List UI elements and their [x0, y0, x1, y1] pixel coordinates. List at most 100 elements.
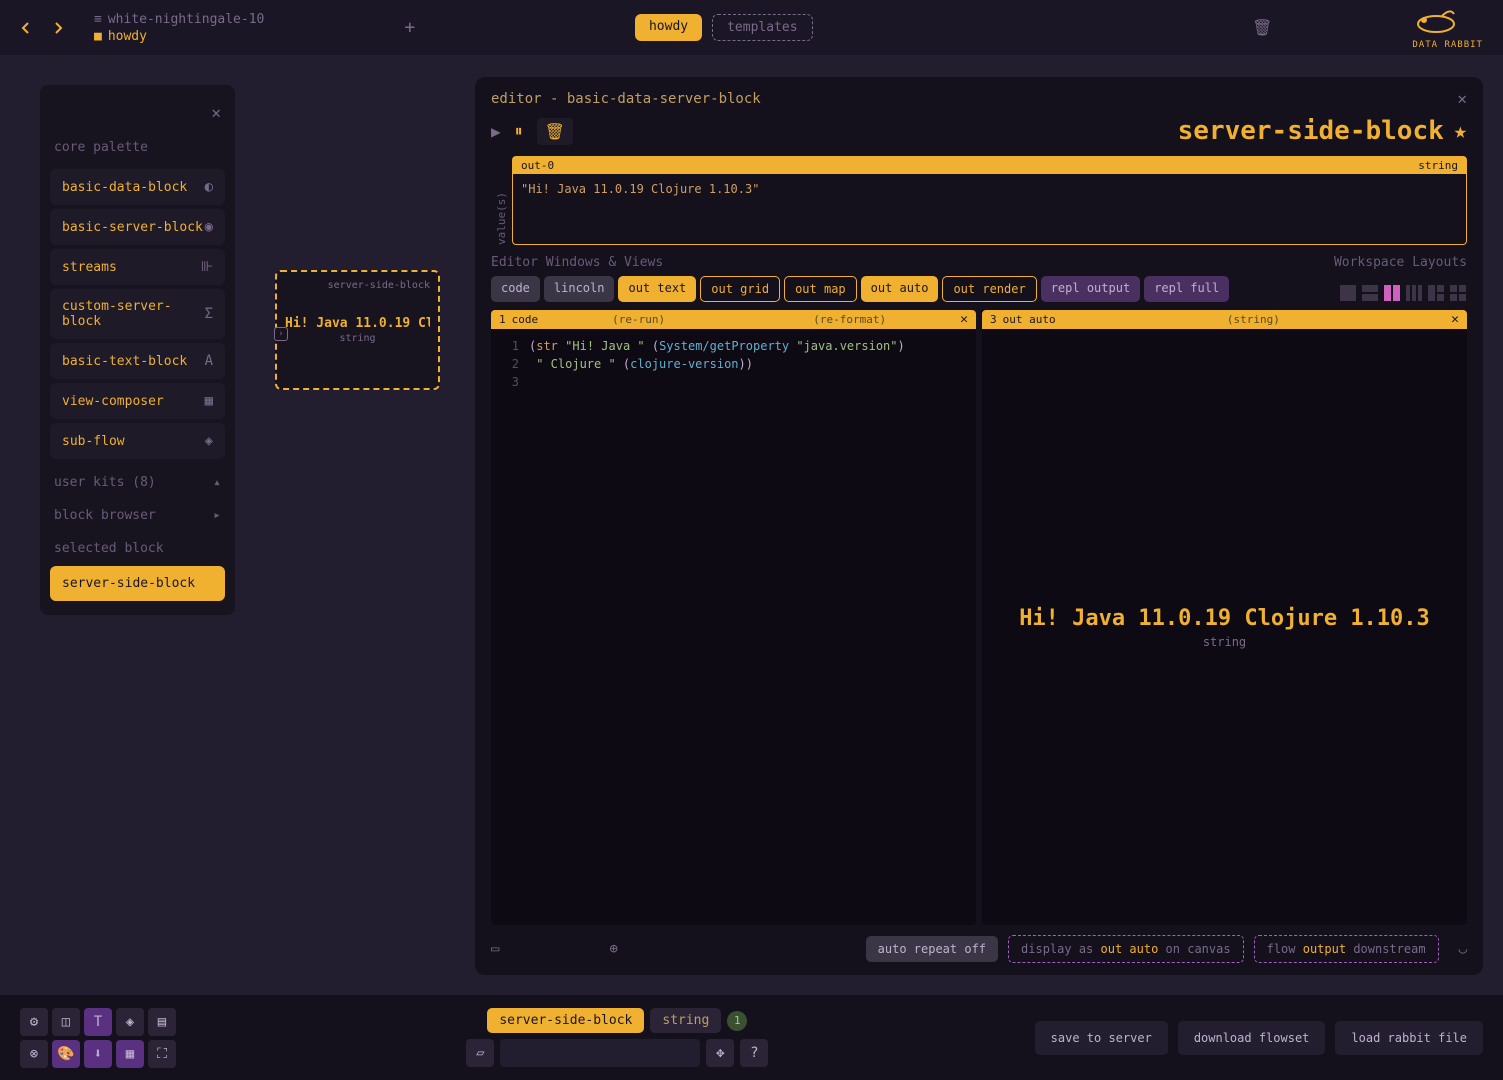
breadcrumb-flow[interactable]: ■ howdy: [94, 29, 264, 44]
tab-repl-full[interactable]: repl full: [1144, 276, 1229, 302]
selected-block-value[interactable]: server-side-block: [50, 566, 225, 601]
layout-stack-icon[interactable]: [1361, 284, 1379, 302]
palette-item-basic-text-block[interactable]: basic-text-blockA: [50, 343, 225, 379]
flow-icon: ■: [94, 29, 102, 44]
globe-icon: ◉: [205, 219, 213, 235]
rerun-button[interactable]: (re-run): [612, 313, 665, 326]
values-text: "Hi! Java 11.0.19 Clojure 1.10.3": [513, 174, 1466, 244]
output-pane: 3 out auto (string) ✕ Hi! Java 11.0.19 C…: [982, 310, 1467, 925]
tab-templates[interactable]: templates: [712, 14, 812, 41]
sigma-icon: Σ: [205, 306, 213, 322]
tab-howdy[interactable]: howdy: [635, 14, 702, 41]
help-icon[interactable]: ?: [740, 1039, 768, 1067]
logo: DATA RABBIT: [1412, 6, 1483, 50]
palette-title: core palette: [40, 130, 235, 165]
command-input[interactable]: [500, 1039, 700, 1067]
settings-icon[interactable]: ⚙: [20, 1008, 48, 1036]
trash-icon[interactable]: 🗑: [1252, 18, 1272, 37]
text-tool-icon[interactable]: T: [84, 1008, 112, 1036]
expand-icon[interactable]: ⛶: [148, 1040, 176, 1068]
block-content: Hi! Java 11.0.19 Cloju: [285, 316, 430, 331]
pause-icon[interactable]: ⏸: [515, 121, 523, 141]
values-label: value(s): [491, 156, 512, 245]
selected-block-title: selected block: [40, 529, 235, 562]
layout-grid-icon[interactable]: [1449, 284, 1467, 302]
display-as-toggle[interactable]: display as out auto on canvas: [1008, 935, 1244, 963]
tab-code[interactable]: code: [491, 276, 540, 302]
sliders-icon: ⊪: [201, 259, 213, 275]
save-to-server-button[interactable]: save to server: [1035, 1021, 1168, 1055]
canvas-block-server-side[interactable]: server-side-block Hi! Java 11.0.19 Cloju…: [275, 270, 440, 390]
layers-icon: ◈: [205, 433, 213, 449]
play-icon[interactable]: ▶: [491, 122, 501, 141]
layout-mixed-icon[interactable]: [1427, 284, 1445, 302]
pane-close-icon[interactable]: ✕: [1451, 312, 1459, 327]
layout-three-icon[interactable]: [1405, 284, 1423, 302]
tab-lincoln[interactable]: lincoln: [544, 276, 615, 302]
tab-out-render[interactable]: out render: [942, 276, 1036, 302]
tab-out-grid[interactable]: out grid: [700, 276, 780, 302]
canvas[interactable]: ✕ core palette basic-data-block◐ basic-s…: [0, 55, 1503, 995]
values-type-label: string: [1418, 159, 1458, 172]
move-icon[interactable]: ✥: [706, 1039, 734, 1067]
chevron-up-icon: ▴: [213, 475, 221, 490]
views-label: Editor Windows & Views: [491, 255, 663, 270]
star-icon[interactable]: ★: [1454, 119, 1467, 144]
tab-out-auto[interactable]: out auto: [861, 276, 939, 302]
database-icon: ≡: [94, 12, 102, 27]
tab-out-text[interactable]: out text: [618, 276, 696, 302]
auto-repeat-toggle[interactable]: auto repeat off: [866, 936, 998, 962]
status-block-name[interactable]: server-side-block: [487, 1008, 644, 1033]
cancel-icon[interactable]: ⊗: [20, 1040, 48, 1068]
palette-item-basic-data-block[interactable]: basic-data-block◐: [50, 169, 225, 205]
block-type: string: [285, 333, 430, 344]
folder-icon[interactable]: ▭: [491, 941, 499, 957]
palette-close-icon[interactable]: ✕: [211, 103, 221, 122]
palette: ✕ core palette basic-data-block◐ basic-s…: [40, 85, 235, 615]
add-button[interactable]: +: [404, 17, 415, 38]
block-label: server-side-block: [285, 280, 430, 291]
palette-item-streams[interactable]: streams⊪: [50, 249, 225, 285]
editor-block-title: server-side-block ★: [1178, 116, 1467, 146]
clear-icon[interactable]: 🗑: [537, 118, 573, 145]
palette-item-basic-server-block[interactable]: basic-server-block◉: [50, 209, 225, 245]
tag-icon[interactable]: ▱: [466, 1039, 494, 1067]
layers-tool-icon[interactable]: ◈: [116, 1008, 144, 1036]
layout-single-icon[interactable]: [1339, 284, 1357, 302]
palette-section-block-browser[interactable]: block browser▸: [40, 496, 235, 529]
palette-section-user-kits[interactable]: user kits (8)▴: [40, 463, 235, 496]
code-pane: 1 code (re-run)(re-format) ✕ 1(str "Hi! …: [491, 310, 976, 925]
palette-item-view-composer[interactable]: view-composer▦: [50, 383, 225, 419]
palette-item-sub-flow[interactable]: sub-flow◈: [50, 423, 225, 459]
download-flowset-button[interactable]: download flowset: [1178, 1021, 1326, 1055]
code-editor[interactable]: 1(str "Hi! Java " (System/getProperty "j…: [491, 329, 976, 925]
flow-output-toggle[interactable]: flow output downstream: [1254, 935, 1439, 963]
palette-tool-icon[interactable]: 🎨: [52, 1040, 80, 1068]
grid-icon: ▦: [205, 393, 213, 409]
block-input-connector[interactable]: ›: [274, 327, 288, 341]
camera-icon[interactable]: ◫: [52, 1008, 80, 1036]
status-count-badge: 1: [727, 1011, 747, 1031]
layouts-label: Workspace Layouts: [1334, 255, 1467, 270]
spinner-icon: ◡: [1459, 941, 1467, 957]
layout-tool-icon[interactable]: ▦: [116, 1040, 144, 1068]
editor-header-title: editor - basic-data-server-block: [491, 91, 761, 107]
palette-icon[interactable]: ⊕: [609, 941, 617, 957]
output-value: Hi! Java 11.0.19 Clojure 1.10.3: [1019, 606, 1430, 631]
download-icon[interactable]: ⬇: [84, 1040, 112, 1068]
reformat-button[interactable]: (re-format): [813, 313, 886, 326]
tab-repl-output[interactable]: repl output: [1041, 276, 1140, 302]
layout-split-icon[interactable]: [1383, 284, 1401, 302]
tab-out-map[interactable]: out map: [784, 276, 857, 302]
pane-close-icon[interactable]: ✕: [960, 312, 968, 327]
nav-forward-icon[interactable]: [52, 22, 64, 34]
palette-item-custom-server-block[interactable]: custom-server-blockΣ: [50, 289, 225, 339]
editor-close-icon[interactable]: ✕: [1457, 89, 1467, 108]
status-block-type[interactable]: string: [650, 1008, 721, 1033]
nav-back-icon[interactable]: [20, 22, 32, 34]
chat-icon[interactable]: ▤: [148, 1008, 176, 1036]
breadcrumb-project[interactable]: ≡ white-nightingale-10: [94, 12, 264, 27]
editor-panel: editor - basic-data-server-block ✕ ▶ ⏸ 🗑…: [475, 77, 1483, 975]
load-rabbit-file-button[interactable]: load rabbit file: [1335, 1021, 1483, 1055]
output-type: string: [1203, 635, 1246, 649]
